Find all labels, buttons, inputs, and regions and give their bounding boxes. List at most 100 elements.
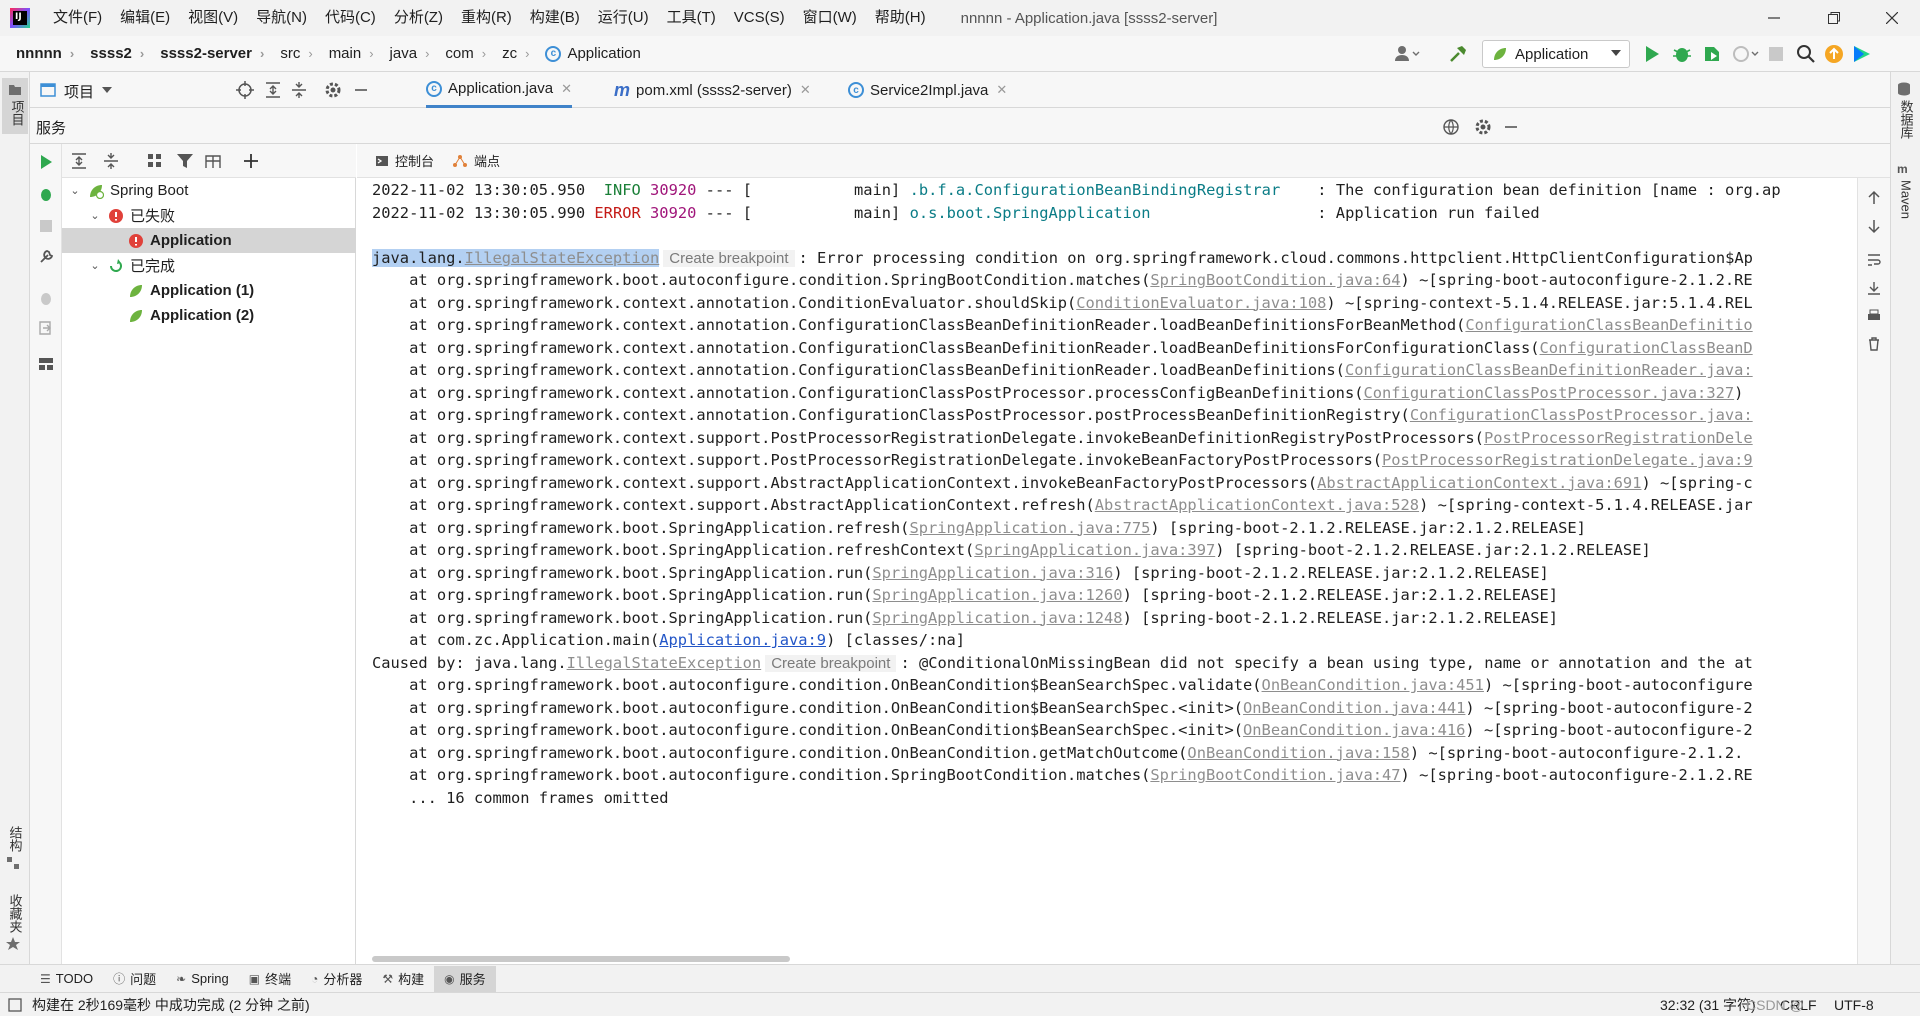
frame-source-link[interactable]: AbstractApplicationContext.java:691 [1317, 474, 1641, 492]
chevron-down-icon[interactable]: ⌄ [88, 209, 102, 222]
tree-node-spring-boot[interactable]: ⌄ Spring Boot [62, 178, 356, 203]
tool-window-tab[interactable]: ☰ TODO [30, 966, 103, 992]
editor-tab[interactable]: c Service2Impl.java ✕ [848, 72, 1007, 108]
globe-icon[interactable] [1442, 118, 1460, 136]
breadcrumb-item[interactable]: c Application [529, 36, 641, 72]
arrow-up-icon[interactable] [1866, 190, 1882, 206]
run-icon[interactable] [38, 154, 54, 170]
build-hammer-icon[interactable] [1448, 44, 1468, 64]
attach-icon[interactable] [38, 320, 54, 336]
menu-item[interactable]: 重构(R) [452, 0, 521, 36]
structure-tool-tab[interactable]: 结构 [4, 826, 26, 870]
exception-link[interactable]: IllegalStateException [465, 249, 660, 267]
frame-source-link[interactable]: ConfigurationClassPostProcessor.java: [1410, 406, 1753, 424]
hide-panel-icon[interactable] [1502, 118, 1520, 136]
tool-window-tab[interactable]: ◔ 分析器 [301, 966, 372, 992]
scroll-to-end-icon[interactable] [1866, 280, 1882, 296]
tab-endpoints[interactable]: 端点 [452, 151, 500, 170]
menu-item[interactable]: VCS(S) [725, 0, 794, 36]
collapse-all-icon[interactable] [102, 152, 120, 170]
frame-source-link[interactable]: SpringApplication.java:316 [872, 564, 1113, 582]
frame-source-link[interactable]: PostProcessorRegistrationDelegate.java:9 [1382, 451, 1753, 469]
frame-source-link[interactable]: OnBeanCondition.java:158 [1187, 744, 1409, 762]
jetbrains-toolbox-icon[interactable] [1852, 44, 1872, 64]
filter-icon[interactable] [176, 152, 194, 170]
menu-item[interactable]: 代码(C) [316, 0, 385, 36]
expand-all-icon[interactable] [70, 152, 88, 170]
frame-source-link[interactable]: ConfigurationClassBeanDefinitio [1465, 316, 1752, 334]
tree-node-application-failed[interactable]: Application [62, 228, 356, 253]
run-configuration-select[interactable]: Application [1482, 40, 1630, 68]
exception-link[interactable]: IllegalStateException [567, 654, 762, 672]
database-tool-tab[interactable]: 数据库 [1895, 82, 1917, 139]
editor-tab[interactable]: c Application.java ✕ [426, 72, 572, 108]
tool-window-tab[interactable]: ⚒ 构建 [372, 966, 434, 992]
frame-source-link[interactable]: ConfigurationClassBeanD [1540, 339, 1753, 357]
expand-all-icon[interactable] [264, 81, 282, 99]
breadcrumb-item[interactable]: main › [313, 36, 374, 72]
new-tab-icon[interactable] [204, 152, 222, 170]
menu-item[interactable]: 导航(N) [247, 0, 316, 36]
close-tab-icon[interactable]: ✕ [561, 81, 572, 97]
menu-item[interactable]: 构建(B) [521, 0, 589, 36]
file-encoding[interactable]: UTF-8 [1834, 997, 1874, 1013]
console-output[interactable]: 2022-11-02 13:30:05.950 INFO 30920 --- [… [357, 178, 1857, 964]
print-icon[interactable] [1866, 308, 1882, 324]
tree-node-failed[interactable]: ⌄ 已失败 [62, 203, 356, 228]
menu-item[interactable]: 分析(Z) [385, 0, 452, 36]
soft-wrap-icon[interactable] [1866, 252, 1882, 268]
frame-source-link[interactable]: ConfigurationClassBeanDefinitionReader.j… [1345, 361, 1753, 379]
stop-icon[interactable] [38, 218, 54, 234]
locate-target-icon[interactable] [236, 81, 254, 99]
frame-source-link[interactable]: Application.java:9 [659, 631, 826, 649]
frame-source-link[interactable]: SpringApplication.java:397 [974, 541, 1215, 559]
coverage-button[interactable] [1702, 44, 1722, 64]
frame-source-link[interactable]: SpringApplication.java:1260 [872, 586, 1122, 604]
collapse-all-icon[interactable] [290, 81, 308, 99]
tree-node-done[interactable]: ⌄ 已完成 [62, 253, 356, 278]
tool-window-tab[interactable]: ❧ Spring [166, 966, 239, 992]
frame-source-link[interactable]: ConditionEvaluator.java:108 [1076, 294, 1326, 312]
update-button[interactable] [1824, 44, 1844, 64]
menu-item[interactable]: 编辑(E) [111, 0, 179, 36]
restore-button[interactable] [1806, 0, 1862, 36]
breadcrumb-item[interactable]: java › [374, 36, 430, 72]
menu-item[interactable]: 窗口(W) [794, 0, 866, 36]
tool-window-tab[interactable]: ⓘ 问题 [103, 966, 166, 992]
tool-window-tab[interactable]: ◉ 服务 [434, 965, 496, 992]
frame-source-link[interactable]: SpringBootCondition.java:64 [1150, 271, 1400, 289]
favorites-tool-tab[interactable]: 收藏夹 [4, 894, 26, 951]
add-icon[interactable] [242, 152, 260, 170]
frame-source-link[interactable]: ConfigurationClassPostProcessor.java:327 [1363, 384, 1734, 402]
frame-source-link[interactable]: SpringApplication.java:775 [909, 519, 1150, 537]
profile-button[interactable] [1732, 44, 1762, 64]
tab-console[interactable]: 控制台 [375, 151, 434, 170]
horizontal-scrollbar[interactable] [372, 956, 790, 962]
arrow-down-icon[interactable] [1866, 218, 1882, 234]
debug-config-icon[interactable] [38, 290, 54, 306]
create-breakpoint-hint[interactable]: Create breakpoint [765, 654, 897, 672]
editor-tab[interactable]: m pom.xml (ssss2-server) ✕ [614, 72, 811, 108]
debug-button[interactable] [1672, 44, 1692, 64]
hide-panel-icon[interactable] [352, 81, 370, 99]
trash-icon[interactable] [1866, 336, 1882, 352]
project-tool-tab[interactable]: 项目 [2, 78, 28, 134]
run-button[interactable] [1642, 44, 1662, 64]
breadcrumb-item[interactable]: ssss2 › [74, 36, 144, 72]
search-everywhere-button[interactable] [1796, 44, 1816, 64]
group-by-icon[interactable] [146, 152, 164, 170]
project-panel-label[interactable]: 项目 [64, 81, 94, 102]
tree-node-application-2[interactable]: Application (2) [62, 303, 356, 328]
tree-node-application-1[interactable]: Application (1) [62, 278, 356, 303]
menu-item[interactable]: 文件(F) [44, 0, 111, 36]
menu-item[interactable]: 帮助(H) [866, 0, 935, 36]
stop-button[interactable] [1768, 46, 1784, 62]
frame-source-link[interactable]: SpringApplication.java:1248 [872, 609, 1122, 627]
chevron-down-icon[interactable]: ⌄ [68, 184, 82, 197]
menu-item[interactable]: 视图(V) [179, 0, 247, 36]
breadcrumb-item[interactable]: src › [264, 36, 312, 72]
close-window-button[interactable] [1864, 0, 1920, 36]
debug-bug-icon[interactable] [38, 186, 54, 202]
frame-source-link[interactable]: OnBeanCondition.java:451 [1262, 676, 1484, 694]
menu-item[interactable]: 运行(U) [589, 0, 658, 36]
